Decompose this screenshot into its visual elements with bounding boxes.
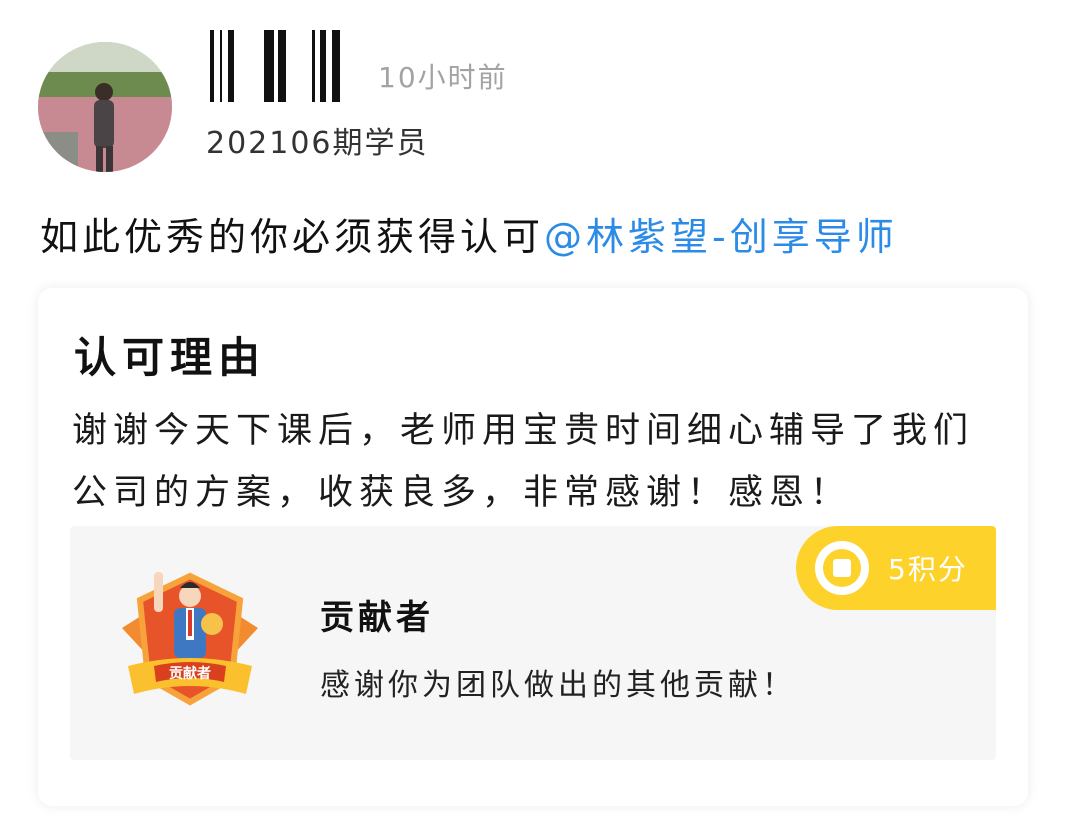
medal-label: 贡献者 xyxy=(169,665,211,682)
post-text: 如此优秀的你必须获得认可@林紫望-创享导师 xyxy=(40,206,898,261)
badge-panel[interactable]: 贡献者 贡献者 感谢你为团队做出的其他贡献！ 5积分 xyxy=(70,526,996,760)
mention-link[interactable]: @林紫望-创享导师 xyxy=(544,215,898,259)
post-timestamp: 10小时前 xyxy=(378,61,508,94)
avatar[interactable] xyxy=(38,42,172,172)
post-page: 10小时前 202106期学员 如此优秀的你必须获得认可@林紫望-创享导师 认可… xyxy=(0,0,1066,830)
card-title: 认可理由 xyxy=(74,333,267,382)
contributor-medal-icon: 贡献者 xyxy=(114,562,266,714)
post-message: 如此优秀的你必须获得认可 xyxy=(40,215,545,259)
points-pill: 5积分 xyxy=(796,526,996,610)
card-body: 谢谢今天下课后，老师用宝贵时间细心辅导了我们公司的方案，收获良多，非常感谢！感恩… xyxy=(72,411,975,513)
username-redacted[interactable] xyxy=(208,30,344,102)
badge-description: 感谢你为团队做出的其他贡献！ xyxy=(320,668,796,703)
points-text: 5积分 xyxy=(888,553,968,586)
coin-icon xyxy=(814,540,870,596)
member-tag: 202106期学员 xyxy=(206,126,429,161)
recognition-card: 认可理由 谢谢今天下课后，老师用宝贵时间细心辅导了我们公司的方案，收获良多，非常… xyxy=(38,288,1028,806)
badge-name: 贡献者 xyxy=(320,598,434,638)
